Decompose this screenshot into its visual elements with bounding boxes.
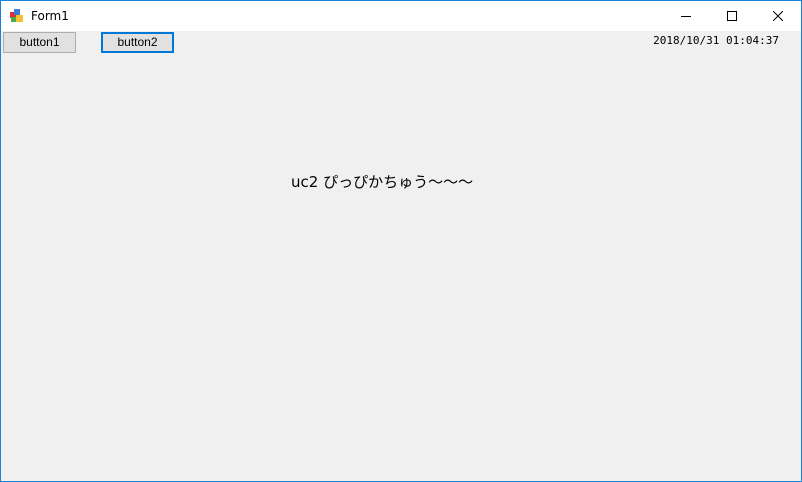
button2[interactable]: button2 [101, 32, 174, 53]
datetime-label: 2018/10/31 01:04:37 [653, 34, 779, 47]
minimize-icon [681, 16, 691, 17]
maximize-icon [727, 11, 737, 21]
close-button[interactable] [755, 1, 801, 31]
minimize-button[interactable] [663, 1, 709, 31]
usercontrol-label: uc2 ぴっぴかちゅう～～～ [291, 173, 474, 191]
maximize-button[interactable] [709, 1, 755, 31]
window-title: Form1 [31, 9, 69, 23]
winforms-app-icon [10, 9, 23, 22]
title-bar[interactable]: Form1 [1, 1, 801, 31]
main-window: Form1 button1 button2 2018/10/31 01:04:3… [0, 0, 802, 482]
button1[interactable]: button1 [3, 32, 76, 53]
close-icon [773, 11, 783, 21]
form-client-area: button1 button2 2018/10/31 01:04:37 uc2 … [1, 31, 801, 481]
